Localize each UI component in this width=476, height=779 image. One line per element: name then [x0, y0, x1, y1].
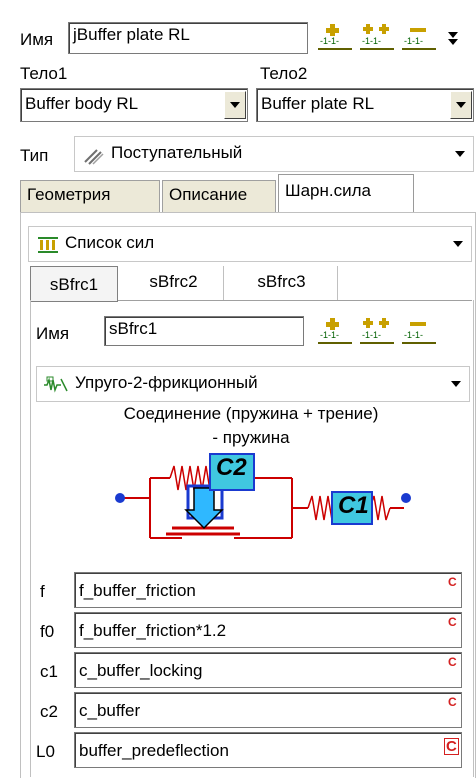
body2-select[interactable]: Buffer plate RL — [256, 88, 474, 122]
connection-subtitle: - пружина — [212, 428, 290, 447]
subtab-sbfrc1[interactable]: sBfrc1 — [30, 266, 118, 302]
body1-value: Buffer body RL — [25, 94, 139, 113]
add-force-pair-icon[interactable]: -1-1- — [360, 316, 396, 344]
svg-text:-1-1-: -1-1- — [320, 36, 339, 46]
param-value-c1: c_buffer_locking — [79, 661, 203, 680]
force-name-label: Имя — [36, 324, 70, 343]
diagram-c2-label: C2 — [216, 454, 247, 481]
param-constant-mark[interactable]: C — [448, 696, 457, 708]
param-value-f: f_buffer_friction — [79, 581, 196, 600]
param-value-l0: buffer_predeflection — [79, 741, 229, 760]
name-field[interactable]: jBuffer plate RL — [68, 22, 308, 54]
subtab-sbfrc3[interactable]: sBfrc3 — [226, 266, 338, 300]
svg-text:-1-1-: -1-1- — [404, 330, 423, 340]
force-name-field[interactable]: sBfrc1 — [104, 316, 304, 346]
param-field-c2[interactable]: c_buffer — [74, 692, 462, 728]
spring-friction-icon — [43, 375, 69, 395]
add-pair-icon[interactable]: -1-1- — [360, 22, 396, 50]
body2-dropdown-button[interactable] — [450, 91, 472, 119]
svg-text:-1-1-: -1-1- — [362, 36, 381, 46]
force-model-select[interactable]: Упруго-2-фрикционный — [36, 366, 470, 402]
param-label-c2: c2 — [40, 702, 58, 721]
type-label: Тип — [20, 146, 49, 165]
param-constant-mark[interactable]: C — [448, 616, 457, 628]
type-select[interactable]: Поступательный — [74, 136, 474, 172]
tab-description[interactable]: Описание — [162, 180, 276, 212]
chevron-down-icon — [230, 102, 240, 108]
force-list-select[interactable]: Список сил — [28, 226, 472, 262]
body1-label: Тело1 — [20, 64, 68, 83]
body2-label: Тело2 — [260, 64, 308, 83]
param-value-c2: c_buffer — [79, 701, 141, 720]
param-label-f: f — [40, 582, 45, 601]
param-field-f0[interactable]: f_buffer_friction*1.2 — [74, 612, 462, 648]
chevron-down-icon — [453, 241, 463, 247]
name-label: Имя — [20, 30, 54, 49]
tab-joint-force[interactable]: Шарн.сила — [278, 174, 414, 214]
translational-icon — [83, 144, 105, 166]
body1-dropdown-button[interactable] — [224, 91, 246, 119]
svg-text:-1-1-: -1-1- — [404, 36, 423, 46]
param-constant-mark[interactable]: C — [444, 738, 459, 755]
param-field-c1[interactable]: c_buffer_locking — [74, 652, 462, 688]
subtab-sbfrc2[interactable]: sBfrc2 — [124, 266, 224, 300]
param-field-l0[interactable]: buffer_predeflection — [74, 732, 462, 768]
overflow-chevron-icon[interactable] — [446, 28, 460, 48]
param-constant-mark[interactable]: C — [448, 656, 457, 668]
chevron-down-icon — [456, 102, 466, 108]
param-label-f0: f0 — [40, 622, 55, 641]
chevron-down-icon — [451, 381, 461, 387]
spring-friction-diagram: C2 C1 — [110, 448, 420, 558]
svg-text:-1-1-: -1-1- — [362, 330, 381, 340]
param-constant-mark[interactable]: C — [448, 576, 457, 588]
force-model-value: Упруго-2-фрикционный — [75, 373, 258, 392]
tab-geometry[interactable]: Геометрия — [20, 180, 160, 212]
force-list-label: Список сил — [65, 233, 155, 252]
chevron-down-icon — [455, 151, 465, 157]
param-label-c1: c1 — [40, 662, 58, 681]
svg-text:-1-1-: -1-1- — [320, 330, 339, 340]
param-value-f0: f_buffer_friction*1.2 — [79, 621, 227, 640]
force-list-icon — [37, 235, 59, 255]
diagram-c1-label: C1 — [338, 492, 369, 519]
remove-element-icon[interactable]: -1-1- — [402, 22, 438, 50]
add-force-icon[interactable]: -1-1- — [318, 316, 354, 344]
param-field-f[interactable]: f_buffer_friction — [74, 572, 462, 608]
type-value: Поступательный — [111, 143, 243, 162]
add-element-icon[interactable]: -1-1- — [318, 22, 354, 50]
remove-force-icon[interactable]: -1-1- — [402, 316, 438, 344]
body2-value: Buffer plate RL — [261, 94, 375, 113]
param-label-l0: L0 — [36, 742, 55, 761]
body1-select[interactable]: Buffer body RL — [20, 88, 248, 122]
connection-title: Соединение (пружина + трение) — [123, 404, 379, 423]
